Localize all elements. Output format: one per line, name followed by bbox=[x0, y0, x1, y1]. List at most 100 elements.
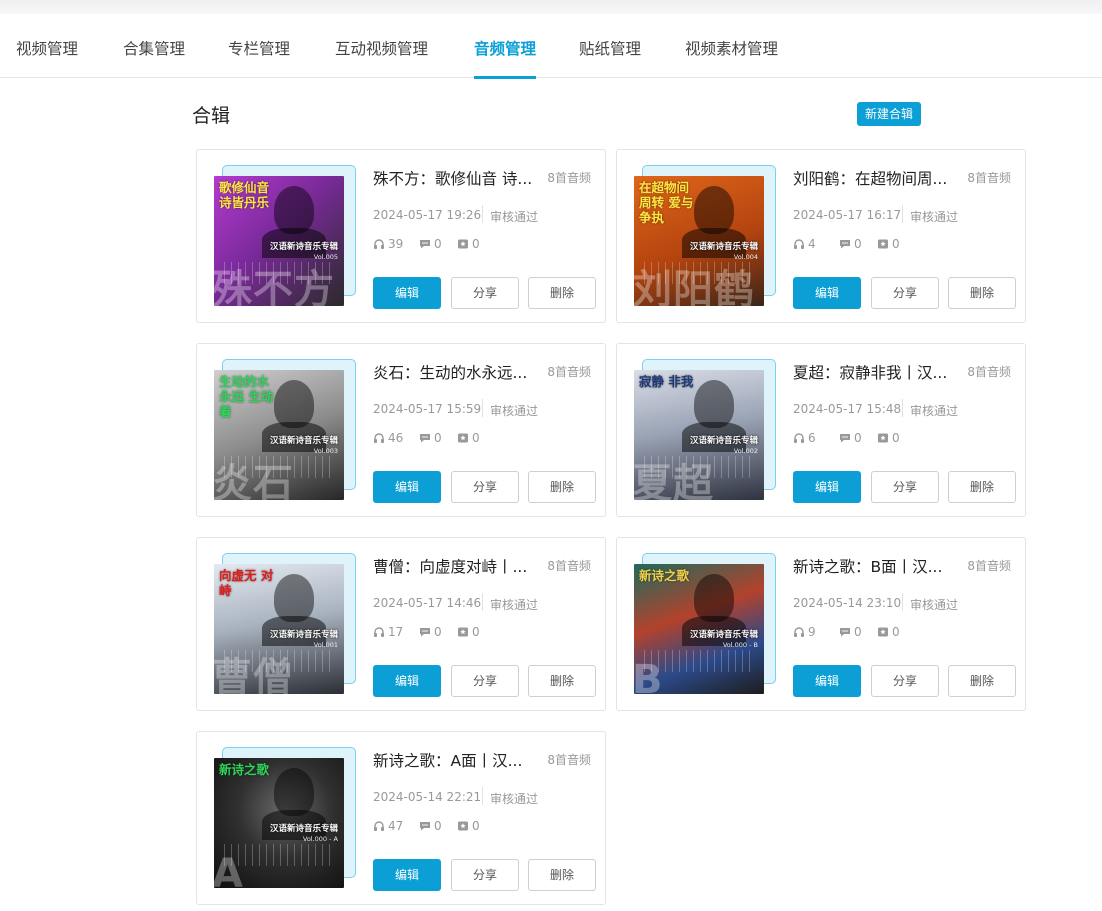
album-title[interactable]: 曹僧：向虚度对峙丨... bbox=[373, 555, 539, 577]
edit-button[interactable]: 编辑 bbox=[373, 471, 441, 503]
favorite-icon bbox=[457, 626, 469, 641]
tab-bar: 视频管理 合集管理 专栏管理 互动视频管理 音频管理 贴纸管理 视频素材管理 bbox=[0, 14, 1102, 79]
divider bbox=[482, 205, 483, 223]
album-title[interactable]: 殊不方：歌修仙音 诗... bbox=[373, 167, 539, 189]
delete-button[interactable]: 删除 bbox=[948, 471, 1016, 503]
cover-volume: Vol.000 - A bbox=[302, 835, 338, 843]
track-count: 8首音频 bbox=[967, 559, 1011, 573]
review-status: 审核通过 bbox=[490, 598, 539, 612]
cover-subtitle: 汉语新诗音乐专辑 bbox=[269, 436, 338, 446]
divider bbox=[902, 205, 903, 223]
album-cover[interactable]: 歌修仙音 诗皆丹乐 汉语新诗音乐专辑 Vol.005 殊不方 bbox=[214, 176, 344, 306]
album-title[interactable]: 刘阳鹤：在超物间周... bbox=[793, 167, 959, 189]
cover-subtitle: 汉语新诗音乐专辑 bbox=[689, 630, 758, 640]
share-button[interactable]: 分享 bbox=[871, 277, 939, 309]
edit-button[interactable]: 编辑 bbox=[793, 665, 861, 697]
headphones-icon bbox=[373, 432, 385, 447]
tab-interactive-video[interactable]: 互动视频管理 bbox=[335, 14, 428, 78]
listen-stat: 6 bbox=[793, 431, 816, 447]
cover-subtitle: 汉语新诗音乐专辑 bbox=[269, 824, 338, 834]
cover-volume: Vol.003 bbox=[313, 447, 338, 455]
favorite-count: 0 bbox=[472, 819, 480, 833]
tab-audio[interactable]: 音频管理 bbox=[474, 14, 537, 79]
delete-button[interactable]: 删除 bbox=[528, 471, 596, 503]
favorite-count: 0 bbox=[472, 625, 480, 639]
delete-button[interactable]: 删除 bbox=[528, 665, 596, 697]
favorite-count: 0 bbox=[892, 431, 900, 445]
album-card: 新诗之歌 汉语新诗音乐专辑 Vol.000 - B B 新诗之歌：B面丨汉...… bbox=[616, 537, 1026, 711]
tab-video[interactable]: 视频管理 bbox=[16, 14, 78, 78]
track-count: 8首音频 bbox=[967, 365, 1011, 379]
headphones-icon bbox=[793, 432, 805, 447]
favorite-stat: 0 bbox=[457, 625, 480, 641]
album-cover[interactable]: 向虚无 对峙 汉语新诗音乐专辑 Vol.001 曹僧 bbox=[214, 564, 344, 694]
comment-icon bbox=[839, 238, 851, 253]
edit-button[interactable]: 编辑 bbox=[793, 471, 861, 503]
publish-date: 2024-05-17 15:59 bbox=[373, 402, 482, 416]
comment-stat: 0 bbox=[419, 819, 442, 835]
album-title[interactable]: 新诗之歌：B面丨汉... bbox=[793, 555, 959, 577]
tab-video-material[interactable]: 视频素材管理 bbox=[685, 14, 778, 78]
delete-button[interactable]: 删除 bbox=[948, 665, 1016, 697]
track-count: 8首音频 bbox=[547, 753, 591, 767]
album-cover[interactable]: 新诗之歌 汉语新诗音乐专辑 Vol.000 - B B bbox=[634, 564, 764, 694]
share-button[interactable]: 分享 bbox=[871, 665, 939, 697]
comment-count: 0 bbox=[434, 237, 442, 251]
tab-collection[interactable]: 合集管理 bbox=[123, 14, 185, 78]
favorite-icon bbox=[877, 238, 889, 253]
cover-title: 新诗之歌 bbox=[639, 568, 690, 583]
favorite-icon bbox=[457, 238, 469, 253]
album-cover[interactable]: 生动的水 永远 生动着 汉语新诗音乐专辑 Vol.003 炎石 bbox=[214, 370, 344, 500]
comment-icon bbox=[419, 626, 431, 641]
delete-button[interactable]: 删除 bbox=[948, 277, 1016, 309]
album-cover[interactable]: 在超物间 周转 爱与争执 汉语新诗音乐专辑 Vol.004 刘阳鹤 bbox=[634, 176, 764, 306]
tab-column[interactable]: 专栏管理 bbox=[228, 14, 290, 78]
cover-volume: Vol.001 bbox=[313, 641, 338, 649]
divider bbox=[482, 399, 483, 417]
review-status: 审核通过 bbox=[490, 792, 539, 806]
favorite-stat: 0 bbox=[457, 237, 480, 253]
edit-button[interactable]: 编辑 bbox=[373, 859, 441, 891]
album-title[interactable]: 新诗之歌：A面丨汉... bbox=[373, 749, 539, 771]
review-status: 审核通过 bbox=[910, 404, 959, 418]
track-count: 8首音频 bbox=[547, 171, 591, 185]
share-button[interactable]: 分享 bbox=[451, 471, 519, 503]
tab-sticker[interactable]: 贴纸管理 bbox=[579, 14, 641, 78]
comment-icon bbox=[839, 432, 851, 447]
cover-title: 生动的水 永远 生动着 bbox=[219, 374, 274, 419]
comment-stat: 0 bbox=[839, 237, 862, 253]
new-album-button[interactable]: 新建合辑 bbox=[857, 102, 921, 126]
cover-artist-name: 炎石 bbox=[214, 461, 294, 500]
share-button[interactable]: 分享 bbox=[871, 471, 939, 503]
listen-stat: 46 bbox=[373, 431, 403, 447]
cover-artist-name: 殊不方 bbox=[214, 267, 335, 306]
listen-stat: 39 bbox=[373, 237, 403, 253]
share-button[interactable]: 分享 bbox=[451, 859, 519, 891]
review-status: 审核通过 bbox=[490, 404, 539, 418]
cover-subtitle: 汉语新诗音乐专辑 bbox=[689, 436, 758, 446]
favorite-icon bbox=[457, 432, 469, 447]
publish-date: 2024-05-14 23:10 bbox=[793, 596, 902, 610]
delete-button[interactable]: 删除 bbox=[528, 277, 596, 309]
edit-button[interactable]: 编辑 bbox=[373, 665, 441, 697]
comment-stat: 0 bbox=[419, 237, 442, 253]
favorite-stat: 0 bbox=[457, 819, 480, 835]
cover-title: 新诗之歌 bbox=[219, 762, 270, 777]
comment-count: 0 bbox=[854, 625, 862, 639]
delete-button[interactable]: 删除 bbox=[528, 859, 596, 891]
cover-artist-name: B bbox=[634, 657, 664, 694]
cover-volume: Vol.002 bbox=[733, 447, 758, 455]
album-cover[interactable]: 寂静 非我 汉语新诗音乐专辑 Vol.002 夏超 bbox=[634, 370, 764, 500]
cover-title: 向虚无 对峙 bbox=[219, 568, 274, 598]
album-title[interactable]: 夏超：寂静非我丨汉... bbox=[793, 361, 959, 383]
comment-count: 0 bbox=[434, 819, 442, 833]
share-button[interactable]: 分享 bbox=[451, 665, 519, 697]
album-title[interactable]: 炎石：生动的水永远... bbox=[373, 361, 539, 383]
share-button[interactable]: 分享 bbox=[451, 277, 519, 309]
edit-button[interactable]: 编辑 bbox=[793, 277, 861, 309]
comment-stat: 0 bbox=[839, 431, 862, 447]
album-card: 在超物间 周转 爱与争执 汉语新诗音乐专辑 Vol.004 刘阳鹤 刘阳鹤：在超… bbox=[616, 149, 1026, 323]
album-card: 歌修仙音 诗皆丹乐 汉语新诗音乐专辑 Vol.005 殊不方 殊不方：歌修仙音 … bbox=[196, 149, 606, 323]
album-cover[interactable]: 新诗之歌 汉语新诗音乐专辑 Vol.000 - A A bbox=[214, 758, 344, 888]
edit-button[interactable]: 编辑 bbox=[373, 277, 441, 309]
